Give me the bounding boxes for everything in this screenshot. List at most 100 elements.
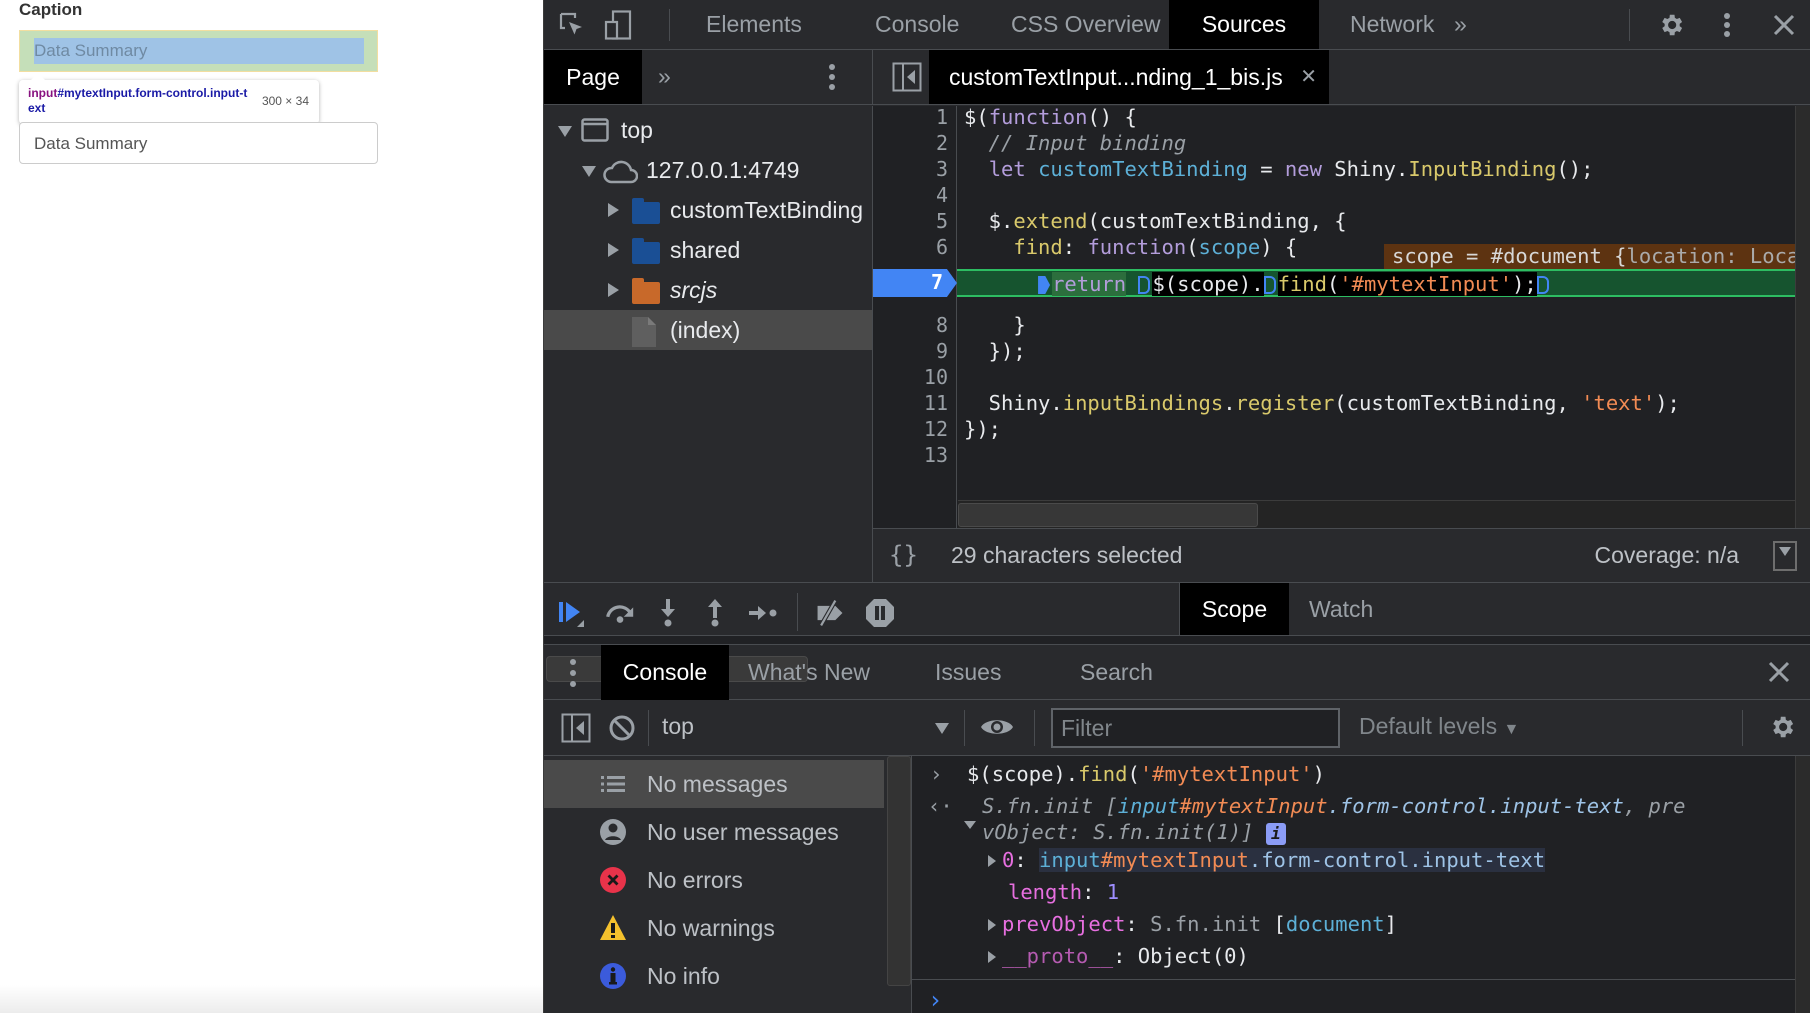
line-number[interactable]: 11 <box>924 391 948 415</box>
console-filter-info[interactable]: No info <box>544 952 884 1000</box>
line-number[interactable]: 3 <box>936 157 948 181</box>
resume-icon[interactable] <box>556 597 588 629</box>
devtools-panel: Elements Console CSS Overview Sources Ne… <box>543 0 1810 1014</box>
expand-arrow-icon[interactable] <box>988 951 996 963</box>
console-result-header[interactable]: S.fn.init [input#mytextInput.form-contro… <box>982 794 1686 818</box>
context-selector[interactable]: top <box>647 700 949 755</box>
more-options-icon[interactable] <box>1712 10 1742 40</box>
selection-status: 29 characters selected <box>951 542 1183 568</box>
expand-arrow-icon[interactable] <box>608 203 619 217</box>
inspected-page: Caption Data Summary input#mytextInput.f… <box>0 0 543 1013</box>
tree-item-index[interactable]: (index) <box>544 310 872 350</box>
tree-item-localhost[interactable]: 127.0.0.1:4749 <box>544 150 872 190</box>
line-number[interactable]: 10 <box>924 365 948 389</box>
console-filter-errors[interactable]: No errors <box>544 856 884 904</box>
editor-vertical-scrollbar[interactable] <box>1795 106 1810 528</box>
console-sidebar-scrollbar[interactable] <box>887 756 911 986</box>
drawer-menu-icon[interactable] <box>569 658 577 693</box>
inline-scope-value[interactable]: scope = #document {location: Loca <box>1384 244 1796 269</box>
line-number[interactable]: 8 <box>936 313 948 337</box>
code-line-9: }); <box>964 339 1026 363</box>
inspect-element-icon[interactable] <box>557 10 587 40</box>
info-icon[interactable]: i <box>1265 823 1286 845</box>
deactivate-breakpoints-icon[interactable] <box>814 597 846 629</box>
console-settings-gear-icon[interactable] <box>1768 713 1796 746</box>
drawer-tab-whats-new[interactable]: What's New <box>729 645 889 700</box>
inline-breakpoint-icon[interactable] <box>1537 276 1549 294</box>
tree-item-top[interactable]: top <box>544 110 872 150</box>
expand-arrow-icon[interactable] <box>558 126 572 137</box>
result-proto[interactable]: __proto__: Object(0) <box>988 944 1249 968</box>
inline-breakpoint-icon[interactable] <box>1038 276 1051 294</box>
tree-item-customtextbinding[interactable]: customTextBinding <box>544 190 872 230</box>
line-number[interactable]: 5 <box>936 209 948 233</box>
console-prompt[interactable]: › <box>928 986 942 1014</box>
line-number-gutter[interactable]: 1 2 3 4 5 6 8 9 10 11 12 13 <box>873 105 957 528</box>
navigator-tab-page[interactable]: Page <box>544 50 642 104</box>
expand-arrow-icon[interactable] <box>988 855 996 867</box>
console-filter-warnings[interactable]: No warnings <box>544 904 884 952</box>
editor-horizontal-scrollbar[interactable] <box>958 500 1796 528</box>
console-input-entry[interactable]: › $(scope).find('#mytextInput') <box>930 762 1325 786</box>
line-number[interactable]: 2 <box>936 131 948 155</box>
result-prevobject[interactable]: prevObject: S.fn.init [document] <box>988 912 1397 936</box>
step-icon[interactable] <box>747 597 779 629</box>
line-number[interactable]: 1 <box>936 105 948 129</box>
step-over-icon[interactable] <box>604 597 636 629</box>
file-tab-custom-text-input[interactable]: customTextInput...nding_1_bis.js ✕ <box>929 50 1329 104</box>
expand-arrow-icon[interactable] <box>608 243 619 257</box>
expand-arrow-icon[interactable] <box>988 919 996 931</box>
pause-on-exceptions-icon[interactable] <box>864 597 896 629</box>
inline-breakpoint-icon[interactable] <box>1264 276 1276 294</box>
tab-watch[interactable]: Watch <box>1309 583 1373 635</box>
breakpoint-marker-current-line[interactable]: 7 <box>873 269 957 297</box>
toggle-navigator-icon[interactable] <box>892 62 922 97</box>
close-drawer-icon[interactable] <box>1768 661 1790 688</box>
caption-input[interactable]: Data Summary <box>19 122 378 164</box>
expand-arrow-icon[interactable] <box>608 283 619 297</box>
drawer-tab-issues[interactable]: Issues <box>916 645 1020 700</box>
show-coverage-icon[interactable] <box>1773 541 1797 571</box>
tab-sources[interactable]: Sources <box>1169 0 1319 49</box>
line-number[interactable]: 9 <box>936 339 948 363</box>
console-filter-all-messages[interactable]: No messages <box>544 760 884 808</box>
live-expression-eye-icon[interactable] <box>980 715 1014 744</box>
tab-scope[interactable]: Scope <box>1179 583 1289 635</box>
drawer-tab-console[interactable]: Console <box>601 645 729 700</box>
log-levels-dropdown[interactable]: Default levels ▼ <box>1359 713 1519 740</box>
expand-arrow-icon[interactable] <box>582 166 596 177</box>
step-out-icon[interactable] <box>699 597 731 629</box>
pretty-print-icon[interactable]: {} <box>889 541 918 569</box>
close-file-tab-icon[interactable]: ✕ <box>1300 50 1317 104</box>
clear-console-icon[interactable] <box>608 714 636 747</box>
close-devtools-icon[interactable] <box>1769 10 1799 40</box>
result-item-0[interactable]: 0: input#mytextInput.form-control.input-… <box>988 848 1546 872</box>
tab-network[interactable]: Network <box>1326 0 1458 49</box>
line-number[interactable]: 6 <box>936 235 948 259</box>
tab-css-overview[interactable]: CSS Overview <box>987 0 1185 49</box>
toggle-console-sidebar-icon[interactable] <box>561 713 591 748</box>
console-filter-user-messages[interactable]: No user messages <box>544 808 884 856</box>
line-number[interactable]: 13 <box>924 443 948 467</box>
drawer-tab-search[interactable]: Search <box>1061 645 1172 700</box>
device-toolbar-icon[interactable] <box>603 10 633 40</box>
settings-gear-icon[interactable] <box>1656 10 1686 40</box>
inline-breakpoint-icon[interactable] <box>1138 276 1150 294</box>
tab-console[interactable]: Console <box>851 0 983 49</box>
inspect-tooltip: input#mytextInput.form-control.input-tex… <box>19 73 319 124</box>
more-tabs-button[interactable]: » <box>1444 0 1477 49</box>
step-into-icon[interactable] <box>652 597 684 629</box>
folder-icon <box>632 278 660 304</box>
tree-item-shared[interactable]: shared <box>544 230 872 270</box>
console-scrollbar[interactable] <box>1795 756 1810 1013</box>
navigator-more-tabs[interactable]: » <box>658 63 671 90</box>
navigator-menu-icon[interactable] <box>828 63 836 96</box>
tree-item-srcjs[interactable]: srcjs <box>544 270 872 310</box>
code-editor[interactable]: 1 2 3 4 5 6 8 9 10 11 12 13 7 $(function… <box>872 105 1810 528</box>
line-number[interactable]: 12 <box>924 417 948 441</box>
tab-elements[interactable]: Elements <box>682 0 826 49</box>
devtools-toolbar: Elements Console CSS Overview Sources Ne… <box>544 0 1810 50</box>
collapse-arrow-icon[interactable] <box>964 812 982 836</box>
line-number[interactable]: 4 <box>936 183 948 207</box>
console-filter-input[interactable]: Filter <box>1051 708 1340 748</box>
